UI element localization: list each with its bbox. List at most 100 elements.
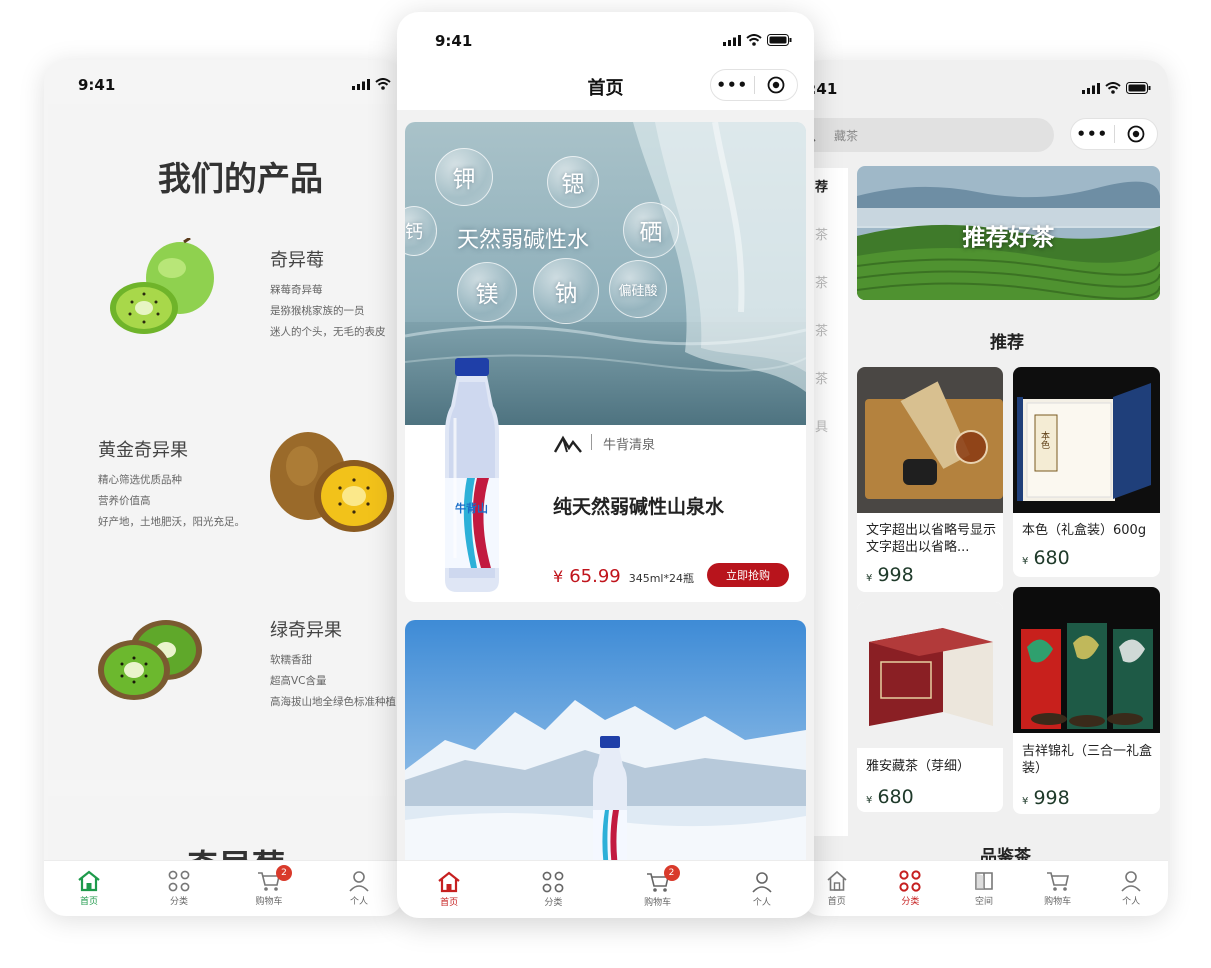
product-price: ¥ 680 (866, 786, 914, 808)
product-title: 雅安藏茶（芽细） (866, 759, 971, 774)
tab-cart[interactable]: 购物车 (1021, 861, 1095, 916)
grid-icon (542, 871, 564, 893)
grid-icon (899, 870, 921, 892)
gift-box-image (1013, 367, 1160, 513)
green-kiwi-image (98, 620, 202, 700)
brand-logo (553, 435, 582, 453)
home-icon (438, 871, 460, 893)
tab-space[interactable]: 空间 (947, 861, 1021, 916)
tab-bar: 首页 分类 2 购物车 个人 (397, 860, 814, 918)
price-currency: ¥ (553, 567, 564, 586)
mineral-bubble: 钠 (533, 258, 599, 324)
user-icon (752, 872, 772, 893)
product-card[interactable]: 文字超出以省略号显示 文字超出以省略... ¥ 998 (857, 367, 1003, 592)
mineral-bubble: 硒 (623, 202, 679, 258)
mini-program-capsule[interactable]: ••• (1070, 118, 1158, 150)
tab-profile[interactable]: 个人 (710, 861, 814, 918)
water-product-card[interactable]: 天然弱碱性水 钾 锶 钙 硒 镁 钠 偏硅酸 牛背山 牛背清泉 纯天然弱碱性山泉… (405, 122, 806, 602)
tab-category[interactable]: 分类 (501, 861, 605, 918)
door-icon (975, 872, 993, 890)
kiwiberry-image (110, 238, 214, 334)
product-name: 奇异莓 (270, 250, 324, 271)
phone-water-app: 9:41 首页 ••• 天然弱碱性水 钾 锶 钙 硒 镁 钠 偏硅酸 牛背山 牛… (397, 12, 814, 918)
product-price: 65.99 (569, 566, 621, 587)
tab-category[interactable]: 分类 (874, 861, 948, 916)
user-icon (349, 871, 369, 892)
phone-fruit-app: 9:41 ••• 我们的产品 奇异莓 槑莓奇异莓 (44, 60, 404, 916)
tab-home[interactable]: 首页 (397, 861, 501, 918)
tab-bar: 首页 分类 空间 购物车 个人 (800, 860, 1168, 916)
showcase-stage: 9:41 ••• 我们的产品 奇异莓 槑莓奇异莓 (0, 0, 1211, 968)
battery-icon (1126, 82, 1151, 94)
product-price: ¥ 998 (1022, 787, 1070, 809)
cart-badge: 2 (276, 865, 292, 881)
product-price-row: ¥ 65.99 345ml*24瓶 (553, 566, 694, 587)
tab-category[interactable]: 分类 (134, 861, 224, 916)
tab-cart[interactable]: 2 购物车 (224, 861, 314, 916)
product-card[interactable]: 本色 本色（礼盒装）600g ¥ 680 (1013, 367, 1160, 577)
close-target-icon[interactable] (1115, 125, 1158, 143)
section-title: 推荐 (990, 333, 1024, 353)
status-time: 9:41 (435, 32, 473, 50)
products-section: 我们的产品 奇异莓 槑莓奇异莓 是猕猴桃家族的一员 迷人的个头，无毛的表皮 黄金… (48, 104, 404, 780)
section-title: 我们的产品 (158, 159, 323, 198)
product-spec: 345ml*24瓶 (628, 572, 694, 585)
product-price: ¥ 680 (1022, 547, 1070, 569)
mini-program-capsule[interactable]: ••• (710, 69, 798, 101)
home-icon (78, 870, 100, 892)
water-bottle-image (593, 736, 627, 880)
mineral-bubble: 锶 (547, 156, 599, 208)
banner-title: 推荐好茶 (962, 225, 1055, 251)
box-label: 本色 (1039, 431, 1049, 449)
mountain-banner[interactable] (405, 620, 806, 880)
wifi-icon (746, 34, 762, 46)
signal-icon (352, 78, 370, 90)
product-card[interactable]: 吉祥锦礼（三合一礼盒装） ¥ 998 (1013, 587, 1160, 814)
more-dots-icon[interactable]: ••• (711, 76, 754, 94)
buy-now-button[interactable]: 立即抢购 (707, 563, 789, 587)
user-icon (1121, 871, 1141, 892)
product-title: 文字超出以省略号显示 文字超出以省略... (866, 523, 997, 555)
nav-bar: 9:41 首页 ••• (397, 12, 814, 110)
product-name: 绿奇异果 (270, 620, 342, 641)
more-dots-icon[interactable]: ••• (1071, 125, 1114, 143)
close-target-icon[interactable] (755, 76, 798, 94)
tea-box-image (857, 602, 1003, 748)
wifi-icon (1105, 82, 1121, 94)
home-icon (827, 870, 847, 891)
cart-badge: 2 (663, 865, 680, 881)
product-title: 本色（礼盒装）600g (1022, 523, 1147, 538)
search-placeholder: 藏茶 (834, 129, 859, 143)
tab-profile[interactable]: 个人 (314, 861, 404, 916)
signal-icon (1082, 82, 1100, 94)
status-time: 9:41 (78, 76, 116, 94)
cart-icon (1046, 872, 1069, 891)
signal-icon (723, 34, 741, 46)
phone-tea-app: 9:41 藏茶 ••• 荐 茶 茶 茶 茶 具 推荐好茶 推荐 文字超出以省略号… (800, 60, 1168, 916)
tea-banner[interactable]: 推荐好茶 (857, 166, 1160, 300)
product-price: ¥ 998 (866, 564, 914, 586)
grid-icon (168, 870, 190, 892)
tea-brick-image (857, 367, 1003, 513)
gift-set-image (1013, 587, 1160, 733)
battery-icon (767, 34, 792, 46)
search-bar[interactable]: 藏茶 (800, 118, 1054, 152)
product-title: 吉祥锦礼（三合一礼盒装） (1022, 744, 1153, 776)
status-bar: 9:41 (800, 60, 1168, 104)
mineral-bubble: 镁 (457, 262, 517, 322)
golden-kiwi-image (270, 432, 394, 532)
status-bar: 9:41 (44, 60, 404, 104)
wifi-icon (375, 78, 391, 90)
tab-profile[interactable]: 个人 (1094, 861, 1168, 916)
mineral-bubble: 偏硅酸 (609, 260, 667, 318)
bottle-label: 牛背山 (455, 502, 488, 515)
tab-home[interactable]: 首页 (44, 861, 134, 916)
banner-headline: 天然弱碱性水 (457, 228, 590, 253)
brand-name: 牛背清泉 (603, 438, 656, 453)
tab-bar: 首页 分类 2 购物车 个人 (44, 860, 404, 916)
tab-cart[interactable]: 2 购物车 (606, 861, 710, 918)
product-name: 纯天然弱碱性山泉水 (553, 496, 725, 518)
mineral-bubble: 钾 (435, 148, 493, 206)
product-name: 黄金奇异果 (98, 440, 188, 461)
product-card[interactable]: 雅安藏茶（芽细） ¥ 680 (857, 602, 1003, 812)
